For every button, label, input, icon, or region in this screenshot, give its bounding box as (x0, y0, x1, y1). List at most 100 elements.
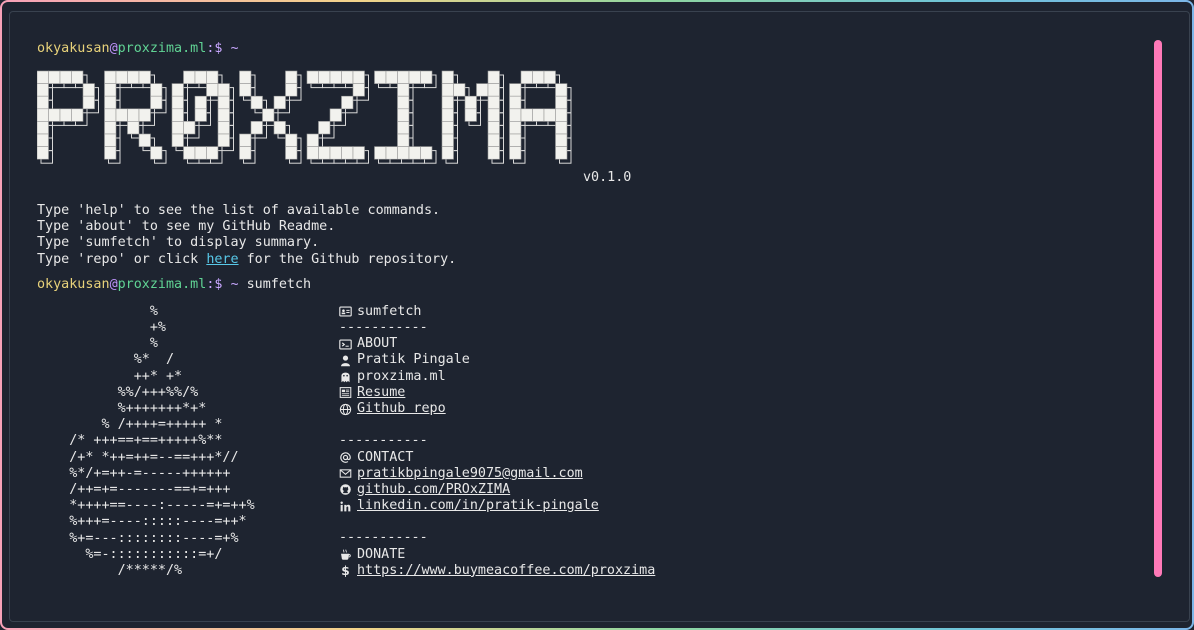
help-text-segment: Type 'repo' or click (37, 251, 207, 267)
logo-cell (138, 108, 151, 122)
window-frame: okyakusan@proxzima.ml:$ ~ v0.1.0 Type 'h… (0, 0, 1194, 630)
logo-cell (306, 70, 319, 84)
help-line: Type 'help' to see the list of available… (37, 203, 441, 218)
linkedin-icon (339, 500, 352, 513)
logo-cell (171, 83, 184, 97)
prompt-at: @ (109, 276, 118, 292)
logo-cell (555, 121, 568, 135)
logo-cell (71, 108, 84, 122)
logo-cell (555, 146, 568, 160)
logo-cell (341, 146, 354, 160)
logo-cell (487, 95, 500, 110)
logo-cell (127, 108, 140, 122)
logo-cell (464, 95, 477, 110)
logo-cell (487, 70, 500, 84)
logo-cell (509, 121, 522, 135)
logo-cell (520, 108, 533, 122)
logo-cell (532, 108, 545, 122)
svg-text:$: $ (341, 564, 349, 577)
logo-cell (441, 83, 454, 97)
logo-cell (509, 83, 522, 97)
repo-link[interactable]: here (206, 252, 238, 267)
logo-cell (217, 133, 230, 147)
logo-cell (509, 133, 522, 147)
github-repo-link[interactable]: Github repo (357, 401, 446, 417)
help-line: Type 'repo' or click here for the Github… (37, 252, 1139, 268)
coffee-icon (339, 548, 352, 561)
terminal-output: okyakusan@proxzima.ml:$ ~ v0.1.0 Type 'h… (37, 41, 1139, 594)
logo-cell (206, 70, 219, 84)
logo-cell (352, 146, 365, 160)
logo-cell (441, 121, 454, 135)
resume-row: Resume (339, 385, 655, 401)
logo-cell (397, 133, 410, 147)
linkedin-link[interactable]: linkedin.com/in/pratik-pingale (357, 498, 599, 514)
logo-cell (104, 121, 117, 135)
logo-cell (464, 108, 477, 122)
logo-cell (408, 146, 421, 160)
github-profile-link[interactable]: github.com/PROxZIMA (357, 482, 510, 498)
logo-cell (329, 70, 342, 84)
proxzima-logo (37, 70, 572, 164)
logo-cell (285, 83, 298, 97)
sumfetch-title-row: sumfetch (339, 304, 655, 320)
logo-cell (476, 83, 489, 97)
logo-cell (217, 121, 230, 135)
version-label: v0.1.0 (583, 170, 632, 185)
logo-cell (104, 95, 117, 110)
scrollbar[interactable] (1154, 40, 1162, 577)
resume-link[interactable]: Resume (357, 385, 405, 401)
divider: ----------- (339, 433, 428, 449)
donate-header: DONATE (357, 546, 406, 562)
logo-cell (127, 70, 140, 84)
logo-cell (352, 70, 365, 84)
user-icon (339, 354, 352, 367)
logo-cell (150, 95, 163, 110)
help-line: Type 'sumfetch' to display summary. (37, 235, 320, 251)
owner-name: Pratik Pingale (357, 352, 470, 368)
logo-cell (194, 70, 207, 84)
prompt-line: okyakusan@proxzima.ml:$ ~ sumfetch (37, 277, 1139, 294)
logo-cell (183, 70, 196, 84)
logo-cell (104, 70, 117, 84)
logo-cell (250, 95, 263, 110)
contact-header-row: CONTACT (339, 450, 655, 466)
prompt-path: :$ ~ (206, 276, 239, 292)
email-row: pratikbpingale9075@gmail.com (339, 466, 655, 482)
id-card-icon (339, 305, 352, 318)
logo-cell (171, 133, 184, 147)
logo-cell (453, 83, 466, 97)
logo-cell (397, 146, 410, 160)
logo-cell (532, 70, 545, 84)
prompt-host: proxzima.ml (117, 41, 207, 56)
logo-cell (273, 95, 286, 110)
logo-banner: v0.1.0 (37, 67, 1139, 195)
logo-cell (194, 146, 207, 160)
logo-cell (59, 108, 72, 122)
site-name: proxzima.ml (357, 368, 446, 384)
logo-cell (217, 83, 230, 97)
logo-cell (183, 121, 196, 135)
logo-cell (239, 146, 252, 160)
logo-cell (329, 146, 342, 160)
logo-cell (138, 133, 151, 147)
logo-cell (239, 133, 252, 147)
github-row: github.com/PROxZIMA (339, 482, 655, 498)
logo-cell (509, 108, 522, 122)
linkedin-row: linkedin.com/in/pratik-pingale (339, 498, 655, 514)
donate-row: $ https://www.buymeacoffee.com/proxzima (339, 563, 655, 579)
logo-cell (37, 146, 49, 160)
donate-link[interactable]: https://www.buymeacoffee.com/proxzima (357, 563, 655, 579)
logo-cell (543, 70, 556, 84)
name-row: Pratik Pingale (339, 352, 655, 368)
logo-cell (487, 83, 500, 97)
logo-cell (37, 70, 49, 84)
logo-cell (150, 146, 163, 160)
site-row: proxzima.ml (339, 369, 655, 385)
prompt-line: okyakusan@proxzima.ml:$ ~ (37, 41, 1139, 58)
terminal[interactable]: okyakusan@proxzima.ml:$ ~ v0.1.0 Type 'h… (9, 11, 1190, 622)
logo-cell (555, 83, 568, 97)
at-sign-icon (339, 451, 352, 464)
logo-cell (318, 121, 331, 135)
email-link[interactable]: pratikbpingale9075@gmail.com (357, 466, 583, 482)
